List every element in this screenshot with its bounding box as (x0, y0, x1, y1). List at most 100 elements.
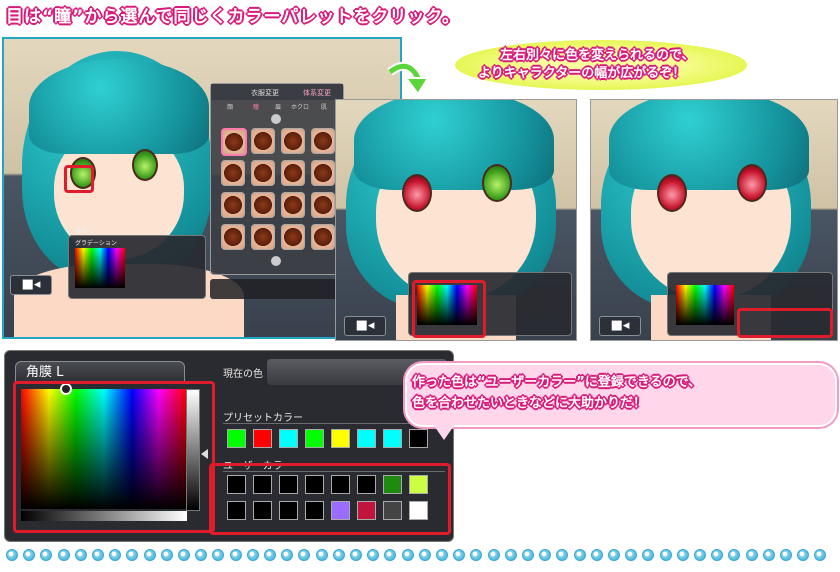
arrow-down-icon (386, 60, 430, 100)
eye-thumb[interactable] (251, 192, 275, 218)
dot-decoration (745, 549, 758, 561)
dot-decoration (178, 549, 190, 561)
dot-decoration (625, 549, 638, 561)
preset-color-swatch[interactable] (357, 429, 376, 448)
dot-decoration (160, 549, 173, 561)
dot-decoration (453, 549, 466, 561)
user-color-swatch[interactable] (357, 501, 376, 520)
dot-decoration (74, 549, 87, 561)
camera-button[interactable]: ■◂ (344, 316, 386, 336)
decorative-dot-row (4, 549, 836, 565)
camera-icon: ■◂ (355, 318, 375, 333)
eye-thumb[interactable] (251, 160, 275, 186)
camera-icon: ■◂ (21, 277, 41, 292)
scroll-up-icon[interactable] (271, 114, 281, 124)
eye-thumb[interactable] (281, 192, 305, 218)
dot-decoration (109, 549, 122, 561)
eye-thumb[interactable] (221, 224, 245, 250)
dot-decoration (797, 549, 810, 561)
dot-decoration (487, 549, 500, 561)
camera-button[interactable]: ■◂ (599, 316, 641, 336)
dot-decoration (522, 549, 534, 561)
user-color-swatch[interactable] (227, 475, 246, 494)
user-color-swatch[interactable] (305, 475, 324, 494)
subtab-eye[interactable]: 瞳 (253, 102, 259, 111)
screenshot-2: ■◂ (335, 99, 577, 341)
bubble-top-line2: よりキャラクターの幅が広がるぞ！ (478, 66, 686, 81)
eye-thumb[interactable] (221, 128, 247, 156)
dot-decoration (40, 549, 53, 561)
dot-decoration (264, 549, 276, 561)
user-color-swatch[interactable] (305, 501, 324, 520)
preset-color-swatch[interactable] (305, 429, 324, 448)
user-color-swatch[interactable] (279, 501, 298, 520)
dot-decoration (350, 549, 362, 561)
subtab-mole[interactable]: ホクロ (291, 102, 309, 111)
user-color-swatch[interactable] (331, 501, 350, 520)
preset-color-label: プリセットカラー (223, 413, 303, 424)
eye-thumb[interactable] (281, 224, 305, 250)
dot-decoration (590, 549, 603, 561)
eye-thumb[interactable] (221, 160, 245, 186)
preset-color-swatch[interactable] (253, 429, 272, 448)
user-color-swatch[interactable] (409, 501, 428, 520)
bubble-bottom-line1: 作った色は“ユーザーカラー”に登録できるので、 (412, 375, 702, 390)
preset-color-swatch[interactable] (409, 429, 428, 448)
dot-decoration (728, 549, 741, 561)
eye-thumb[interactable] (251, 224, 275, 250)
dot-decoration (711, 549, 724, 561)
dot-decoration (229, 549, 242, 561)
dot-decoration (315, 549, 328, 561)
dot-decoration (642, 549, 655, 561)
bubble-bottom-line2: 色を合わせたいときなどに大助かりだ！ (412, 396, 647, 411)
user-color-swatch[interactable] (279, 475, 298, 494)
user-color-swatch[interactable] (331, 475, 350, 494)
dot-decoration (504, 549, 517, 561)
tab-body[interactable]: 体系変更 (303, 88, 331, 98)
gradient-highlight (412, 280, 486, 338)
eye-thumb[interactable] (311, 224, 335, 250)
user-color-swatch[interactable] (253, 501, 272, 520)
scroll-down-icon[interactable] (271, 256, 281, 266)
dot-decoration (780, 549, 792, 561)
preset-color-swatch[interactable] (279, 429, 298, 448)
mini-part-name: 角膜 (75, 228, 88, 235)
subtab-brow[interactable]: 眉 (275, 102, 281, 111)
color-panel: 角膜 L 現在の色 プリセットカラー ユーザーカラー (4, 350, 454, 542)
user-color-swatch[interactable] (227, 501, 246, 520)
preset-color-swatch[interactable] (331, 429, 350, 448)
panel-tab[interactable]: 角膜 L (15, 361, 185, 383)
camera-icon: ■◂ (610, 318, 630, 333)
dot-decoration (367, 549, 380, 561)
user-color-swatch[interactable] (383, 501, 402, 520)
camera-button[interactable]: ■◂ (10, 275, 52, 295)
user-color-highlight (737, 308, 833, 338)
dot-decoration (694, 549, 706, 561)
costume-menu: 衣服変更 体系変更 顔 瞳 眉 ホクロ 肌 (210, 83, 344, 275)
eye-thumb[interactable] (251, 128, 275, 154)
tab-clothes[interactable]: 衣服変更 (251, 88, 279, 98)
user-color-swatch[interactable] (383, 475, 402, 494)
preset-color-swatch[interactable] (227, 429, 246, 448)
subtab-face[interactable]: 顔 (227, 102, 233, 111)
dot-decoration (814, 549, 827, 561)
user-color-swatch[interactable] (409, 475, 428, 494)
eye-thumb[interactable] (311, 192, 335, 218)
dot-decoration (676, 549, 689, 561)
dot-decoration (573, 549, 586, 561)
eye-thumb[interactable] (281, 128, 305, 154)
user-color-swatch[interactable] (253, 475, 272, 494)
eye-thumb[interactable] (221, 192, 245, 218)
screenshot-3: ■◂ (590, 99, 838, 341)
dot-decoration (384, 549, 397, 561)
eye-highlight (64, 165, 94, 193)
dot-decoration (608, 549, 620, 561)
dot-decoration (332, 549, 345, 561)
subtab-skin[interactable]: 肌 (321, 102, 327, 111)
eye-thumb[interactable] (311, 160, 335, 186)
dot-decoration (556, 549, 569, 561)
eye-thumb[interactable] (311, 128, 335, 154)
eye-thumb[interactable] (281, 160, 305, 186)
preset-color-swatch[interactable] (383, 429, 402, 448)
user-color-swatch[interactable] (357, 475, 376, 494)
